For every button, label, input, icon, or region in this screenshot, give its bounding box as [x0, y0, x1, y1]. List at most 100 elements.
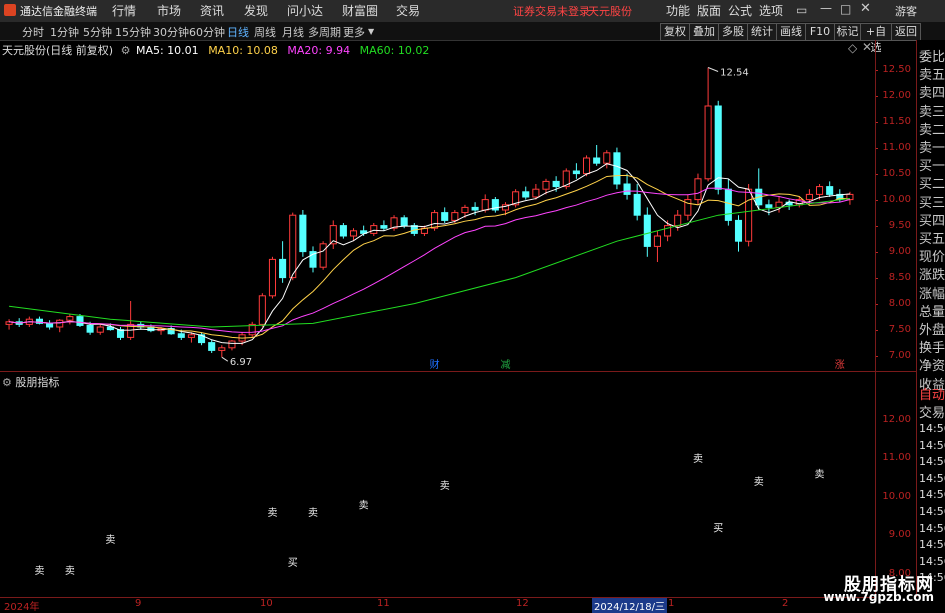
- minimize-icon[interactable]: ▭: [796, 3, 807, 17]
- toolbar-draw-button[interactable]: 画线: [776, 23, 806, 41]
- period-60min[interactable]: 60分钟: [189, 24, 225, 40]
- candle: [309, 246, 317, 273]
- candle-body: [46, 322, 54, 328]
- x-tick-cursor-date: 2024/12/18/三: [592, 598, 668, 613]
- quote-panel-label: 卖三: [919, 104, 945, 120]
- price-axis-tick: 11.50: [882, 115, 911, 127]
- menu-item-discover[interactable]: 发现: [244, 2, 268, 19]
- menu-item-formula[interactable]: 公式: [728, 2, 752, 19]
- candle: [785, 199, 793, 210]
- candle-body: [380, 225, 388, 229]
- title-bar: 通达信金融终端 行情 市场 资讯 发现 问小达 财富圈 交易 证券交易未登录 天…: [0, 0, 945, 23]
- period-1min[interactable]: 1分钟: [50, 24, 79, 40]
- period-15min[interactable]: 15分钟: [115, 24, 151, 40]
- candle: [633, 184, 641, 221]
- toolbar-multistock-button[interactable]: 多股: [718, 23, 748, 41]
- menu-item-function[interactable]: 功能: [666, 2, 690, 19]
- period-weekly[interactable]: 周线: [254, 24, 276, 40]
- candle: [420, 225, 428, 236]
- sell-signal: 卖: [267, 507, 277, 519]
- event-tag: 财: [430, 358, 440, 370]
- candle: [714, 100, 722, 195]
- candle: [208, 340, 216, 353]
- menu-item-options[interactable]: 选项: [759, 2, 783, 19]
- menu-item-wenxiaoda[interactable]: 问小达: [287, 2, 323, 19]
- candle: [198, 332, 206, 346]
- period-5min[interactable]: 5分钟: [83, 24, 112, 40]
- quote-panel-label: 14:56: [919, 538, 945, 552]
- candle-body: [400, 217, 408, 227]
- period-intraday[interactable]: 分时: [22, 24, 44, 40]
- maximize-icon[interactable]: □: [840, 2, 851, 16]
- indicator-chart[interactable]: 卖卖卖卖买卖卖卖卖买卖卖: [0, 373, 875, 597]
- high-marker: [707, 67, 719, 72]
- buy-signal: 买: [713, 522, 723, 534]
- toolbar-adjust-button[interactable]: 复权: [660, 23, 690, 41]
- candle-body: [279, 258, 287, 279]
- sell-signal: 卖: [440, 480, 450, 492]
- candle: [826, 181, 834, 197]
- candle-body: [623, 183, 631, 195]
- quote-panel-label: 外盘: [919, 323, 945, 338]
- candle: [218, 345, 226, 358]
- date-axis: 2024年 9 10 11 12 2024/12/18/三 1 2: [0, 597, 875, 613]
- candle: [441, 207, 449, 223]
- candle-body: [542, 180, 550, 190]
- price-axis-tick: 10.00: [882, 193, 911, 205]
- minimize-window-icon[interactable]: —: [820, 1, 832, 15]
- toolbar-f10-button[interactable]: F10: [805, 23, 835, 41]
- candle: [339, 223, 347, 239]
- candle: [643, 207, 651, 257]
- chart-divider: [0, 371, 945, 372]
- toolbar-stats-button[interactable]: 统计: [747, 23, 777, 41]
- toolbar-mark-button[interactable]: 标记: [834, 23, 861, 41]
- period-monthly[interactable]: 月线: [282, 24, 304, 40]
- candle-body: [218, 347, 226, 351]
- candle-body: [816, 186, 824, 195]
- candlestick-chart[interactable]: 12.54 6.97 财 减 涨: [0, 40, 875, 370]
- toolbar-add-watch-button[interactable]: +自选: [860, 23, 892, 54]
- menu-item-market[interactable]: 行情: [112, 2, 136, 19]
- candle-body: [532, 188, 540, 198]
- menu-item-news[interactable]: 资讯: [200, 2, 224, 19]
- ma60-line: [9, 198, 850, 328]
- more-dropdown-icon[interactable]: ▼: [368, 27, 374, 36]
- candle-body: [461, 206, 469, 214]
- candle: [653, 230, 661, 262]
- toolbar-back-button[interactable]: 返回: [891, 23, 921, 41]
- candle-body: [745, 188, 753, 242]
- period-bar: 分时 1分钟 5分钟 15分钟 30分钟 60分钟 日线 周线 月线 多周期 更…: [0, 22, 945, 54]
- login-notice[interactable]: 证券交易未登录: [513, 3, 590, 19]
- candle-body: [339, 225, 347, 237]
- menu-item-trade[interactable]: 交易: [396, 2, 420, 19]
- candle: [613, 147, 621, 190]
- candle-body: [471, 206, 479, 211]
- stock-title: 天元股份: [588, 5, 632, 18]
- candle-body: [826, 186, 834, 195]
- candle-body: [349, 230, 358, 237]
- x-tick-1: 1: [668, 598, 675, 609]
- price-axis: 12.50 12.00 11.50 11.00 10.50 10.00 9.50 9.00 8.…: [875, 40, 915, 370]
- candle-body: [714, 105, 722, 190]
- period-30min[interactable]: 30分钟: [153, 24, 189, 40]
- menu-item-markets[interactable]: 市场: [157, 2, 181, 19]
- candle: [96, 324, 104, 335]
- candle-body: [572, 170, 580, 175]
- toolbar-overlay-button[interactable]: 叠加: [689, 23, 719, 41]
- candle-body: [299, 214, 307, 253]
- menu-item-wealth[interactable]: 财富圈: [342, 2, 378, 19]
- candle: [390, 215, 398, 231]
- menu-item-layout[interactable]: 版面: [697, 2, 721, 19]
- period-multi[interactable]: 多周期: [308, 24, 341, 40]
- period-daily[interactable]: 日线: [227, 24, 249, 40]
- close-icon[interactable]: ✕: [860, 1, 871, 16]
- candle: [46, 320, 54, 330]
- quote-panel-label: 卖二: [919, 122, 945, 138]
- candle: [623, 173, 631, 200]
- price-axis-tick: 12.00: [882, 89, 911, 101]
- period-more[interactable]: 更多: [343, 24, 365, 40]
- quote-panel-label: 买五: [919, 232, 945, 247]
- candle-body: [268, 258, 277, 297]
- guest-label[interactable]: 游客: [895, 3, 917, 19]
- price-axis-tick: 7.00: [888, 349, 911, 361]
